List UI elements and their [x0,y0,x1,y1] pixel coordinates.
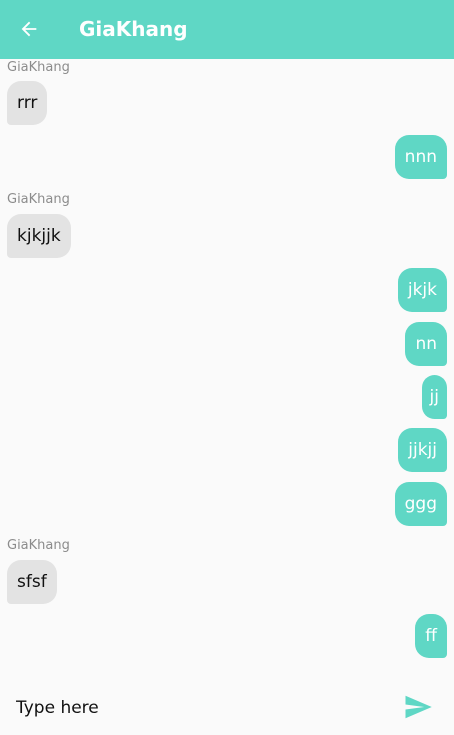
message-sender: GiaKhang [7,60,70,75]
outgoing-message-bubble[interactable]: nn [405,322,447,366]
message-sender: GiaKhang [7,192,70,207]
outgoing-message-bubble[interactable]: ff [415,614,447,658]
outgoing-message-bubble[interactable]: ggg [394,482,447,526]
message-sender: GiaKhang [7,538,70,553]
outgoing-message-bubble[interactable]: nnn [394,135,447,179]
message-input[interactable] [16,693,376,723]
back-button[interactable] [10,11,48,47]
chat-title: GiaKhang [79,17,188,41]
message-composer [0,681,454,735]
message-list[interactable]: GiaKhang rrr nnn GiaKhang kjkjjk jkjk nn… [0,59,454,681]
outgoing-message-bubble[interactable]: jjkjj [398,428,447,472]
send-icon [405,695,432,719]
incoming-message-bubble[interactable]: kjkjjk [7,214,71,258]
arrow-back-icon [21,21,37,37]
outgoing-message-bubble[interactable]: jj [421,375,447,419]
app-bar: GiaKhang [0,0,454,59]
send-button[interactable] [400,689,436,725]
incoming-message-bubble[interactable]: sfsf [7,560,57,604]
outgoing-message-bubble[interactable]: jkjk [397,268,447,312]
incoming-message-bubble[interactable]: rrr [7,81,48,125]
